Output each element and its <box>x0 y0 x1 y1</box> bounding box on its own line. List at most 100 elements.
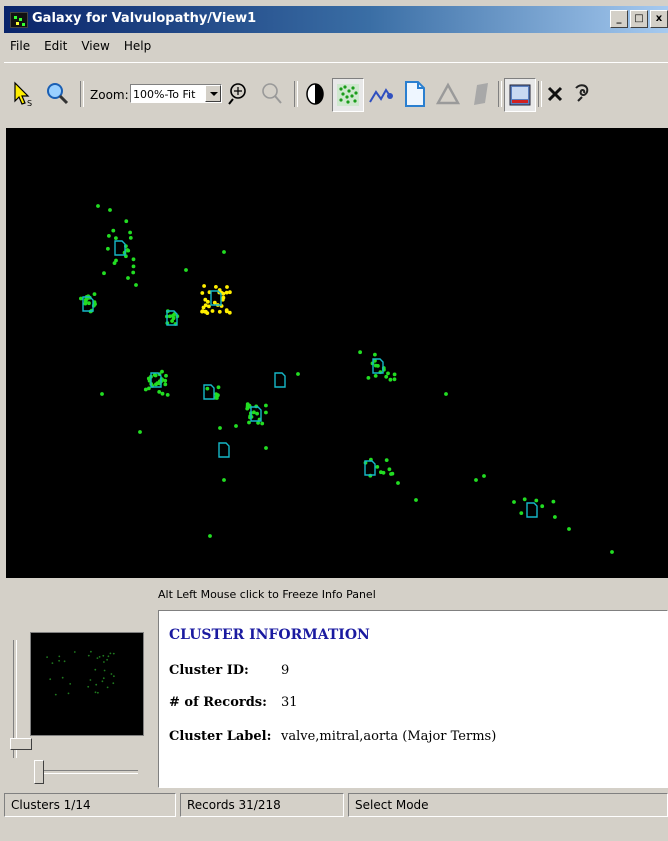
chevron-down-icon[interactable] <box>205 85 221 102</box>
select-tool-button[interactable]: S <box>8 78 38 110</box>
cluster-centroid-icon[interactable] <box>218 442 230 458</box>
document-point[interactable] <box>206 299 210 304</box>
document-point[interactable] <box>264 410 268 415</box>
zoom-lens-button[interactable] <box>42 78 72 110</box>
document-point[interactable] <box>184 268 188 272</box>
document-point[interactable] <box>540 504 545 509</box>
document-point[interactable] <box>384 458 389 462</box>
document-point[interactable] <box>373 363 378 368</box>
document-point[interactable] <box>228 290 232 295</box>
document-point[interactable] <box>138 430 142 434</box>
document-point[interactable] <box>131 270 136 275</box>
clear-button[interactable] <box>544 78 566 110</box>
screen-button[interactable] <box>504 78 536 112</box>
document-point[interactable] <box>102 271 106 276</box>
document-point[interactable] <box>375 465 380 469</box>
galaxy-view-canvas[interactable] <box>6 128 668 578</box>
vertical-slider-thumb[interactable] <box>10 738 32 750</box>
document-point[interactable] <box>200 291 205 295</box>
triangle-button[interactable] <box>434 78 462 110</box>
menu-file[interactable]: File <box>4 39 38 53</box>
cluster-centroid-icon[interactable] <box>203 384 215 400</box>
galaxy-app-icon[interactable] <box>10 12 28 28</box>
document-point[interactable] <box>218 426 222 430</box>
document-point[interactable] <box>392 377 397 382</box>
flag-button[interactable] <box>466 78 494 110</box>
document-point[interactable] <box>106 246 110 251</box>
document-point[interactable] <box>96 204 100 208</box>
document-point[interactable] <box>373 352 377 357</box>
document-point[interactable] <box>482 474 486 478</box>
menu-view[interactable]: View <box>75 39 117 53</box>
document-point[interactable] <box>553 515 557 519</box>
document-point[interactable] <box>221 295 226 300</box>
document-point[interactable] <box>512 500 516 504</box>
document-point[interactable] <box>358 350 362 355</box>
document-point[interactable] <box>202 284 207 288</box>
document-point[interactable] <box>214 392 219 397</box>
document-point[interactable] <box>264 446 268 450</box>
document-point[interactable] <box>227 310 232 315</box>
document-point[interactable] <box>108 208 112 212</box>
document-point[interactable] <box>100 392 104 396</box>
horizontal-slider-thumb[interactable] <box>34 760 44 784</box>
document-point[interactable] <box>157 390 162 394</box>
document-point[interactable] <box>474 478 478 482</box>
document-point[interactable] <box>444 392 448 396</box>
document-point[interactable] <box>170 319 175 323</box>
document-point[interactable] <box>128 236 133 240</box>
document-point[interactable] <box>388 377 393 382</box>
document-point[interactable] <box>131 264 136 269</box>
document-point[interactable] <box>163 382 168 387</box>
document-point[interactable] <box>392 372 397 377</box>
document-point[interactable] <box>164 373 168 378</box>
document-point[interactable] <box>87 301 91 306</box>
document-point[interactable] <box>224 290 229 295</box>
horizontal-slider-track[interactable] <box>38 770 138 774</box>
document-point[interactable] <box>126 248 131 253</box>
document-point[interactable] <box>264 403 268 408</box>
cluster-centroid-icon[interactable] <box>526 502 538 518</box>
document-point[interactable] <box>160 391 165 396</box>
document-point[interactable] <box>79 296 83 301</box>
document-point[interactable] <box>205 386 210 391</box>
document-point[interactable] <box>134 283 138 287</box>
document-point[interactable] <box>124 219 129 224</box>
document-point[interactable] <box>212 300 217 305</box>
document-point[interactable] <box>373 374 378 378</box>
document-point[interactable] <box>414 498 418 502</box>
document-point[interactable] <box>160 369 164 374</box>
document-point[interactable] <box>610 550 614 554</box>
document-point[interactable] <box>366 376 371 380</box>
document-point[interactable] <box>222 250 226 254</box>
document-point[interactable] <box>210 309 215 313</box>
document-point[interactable] <box>387 467 392 472</box>
document-point[interactable] <box>389 472 393 476</box>
themeview-button[interactable] <box>366 78 396 110</box>
document-point[interactable] <box>207 304 211 309</box>
document-point[interactable] <box>131 257 136 262</box>
document-point[interactable] <box>519 511 524 515</box>
zoom-select[interactable]: 100%-To Fit <box>130 84 222 103</box>
document-point[interactable] <box>260 421 265 426</box>
document-point[interactable] <box>534 498 539 503</box>
menu-help[interactable]: Help <box>118 39 159 53</box>
document-point[interactable] <box>216 385 221 390</box>
document-point[interactable] <box>224 308 229 312</box>
document-point[interactable] <box>165 393 170 397</box>
document-point[interactable] <box>128 230 132 235</box>
galaxy-view-button[interactable] <box>332 78 364 112</box>
document-point[interactable] <box>114 258 118 263</box>
zoom-out-button[interactable] <box>258 78 286 110</box>
document-point[interactable] <box>126 276 130 280</box>
document-point[interactable] <box>396 481 400 485</box>
document-point[interactable] <box>143 387 148 392</box>
contrast-button[interactable] <box>302 78 328 110</box>
undo-button[interactable] <box>570 78 594 110</box>
document-point[interactable] <box>522 497 527 502</box>
document-point[interactable] <box>222 478 226 482</box>
document-point[interactable] <box>296 372 300 376</box>
menu-edit[interactable]: Edit <box>38 39 75 53</box>
document-point[interactable] <box>255 411 259 416</box>
document-point[interactable] <box>217 309 222 314</box>
